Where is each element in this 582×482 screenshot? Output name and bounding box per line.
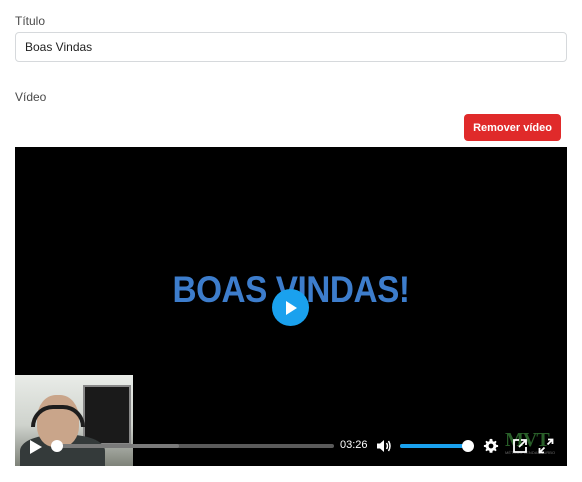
volume-slider[interactable] — [400, 440, 474, 452]
volume-level — [400, 444, 468, 448]
video-player[interactable]: BOAS VINDAS! 03:26 MVT MÉTODO VENDAS TUR… — [15, 147, 567, 466]
title-label: Título — [15, 14, 46, 28]
time-display: 03:26 — [340, 439, 368, 451]
big-play-button[interactable] — [272, 289, 309, 326]
play-icon[interactable] — [27, 439, 43, 455]
remove-video-button[interactable]: Remover vídeo — [464, 114, 561, 141]
progress-handle[interactable] — [51, 440, 63, 452]
progress-bar[interactable] — [51, 440, 334, 452]
fullscreen-icon[interactable] — [538, 438, 554, 454]
play-icon — [285, 300, 297, 315]
progress-buffered — [53, 444, 180, 448]
popout-icon[interactable] — [512, 438, 528, 454]
volume-icon[interactable] — [376, 438, 392, 454]
video-label: Vídeo — [15, 90, 47, 104]
title-input[interactable] — [15, 32, 567, 62]
volume-handle[interactable] — [462, 440, 474, 452]
settings-gear-icon[interactable] — [483, 438, 499, 454]
